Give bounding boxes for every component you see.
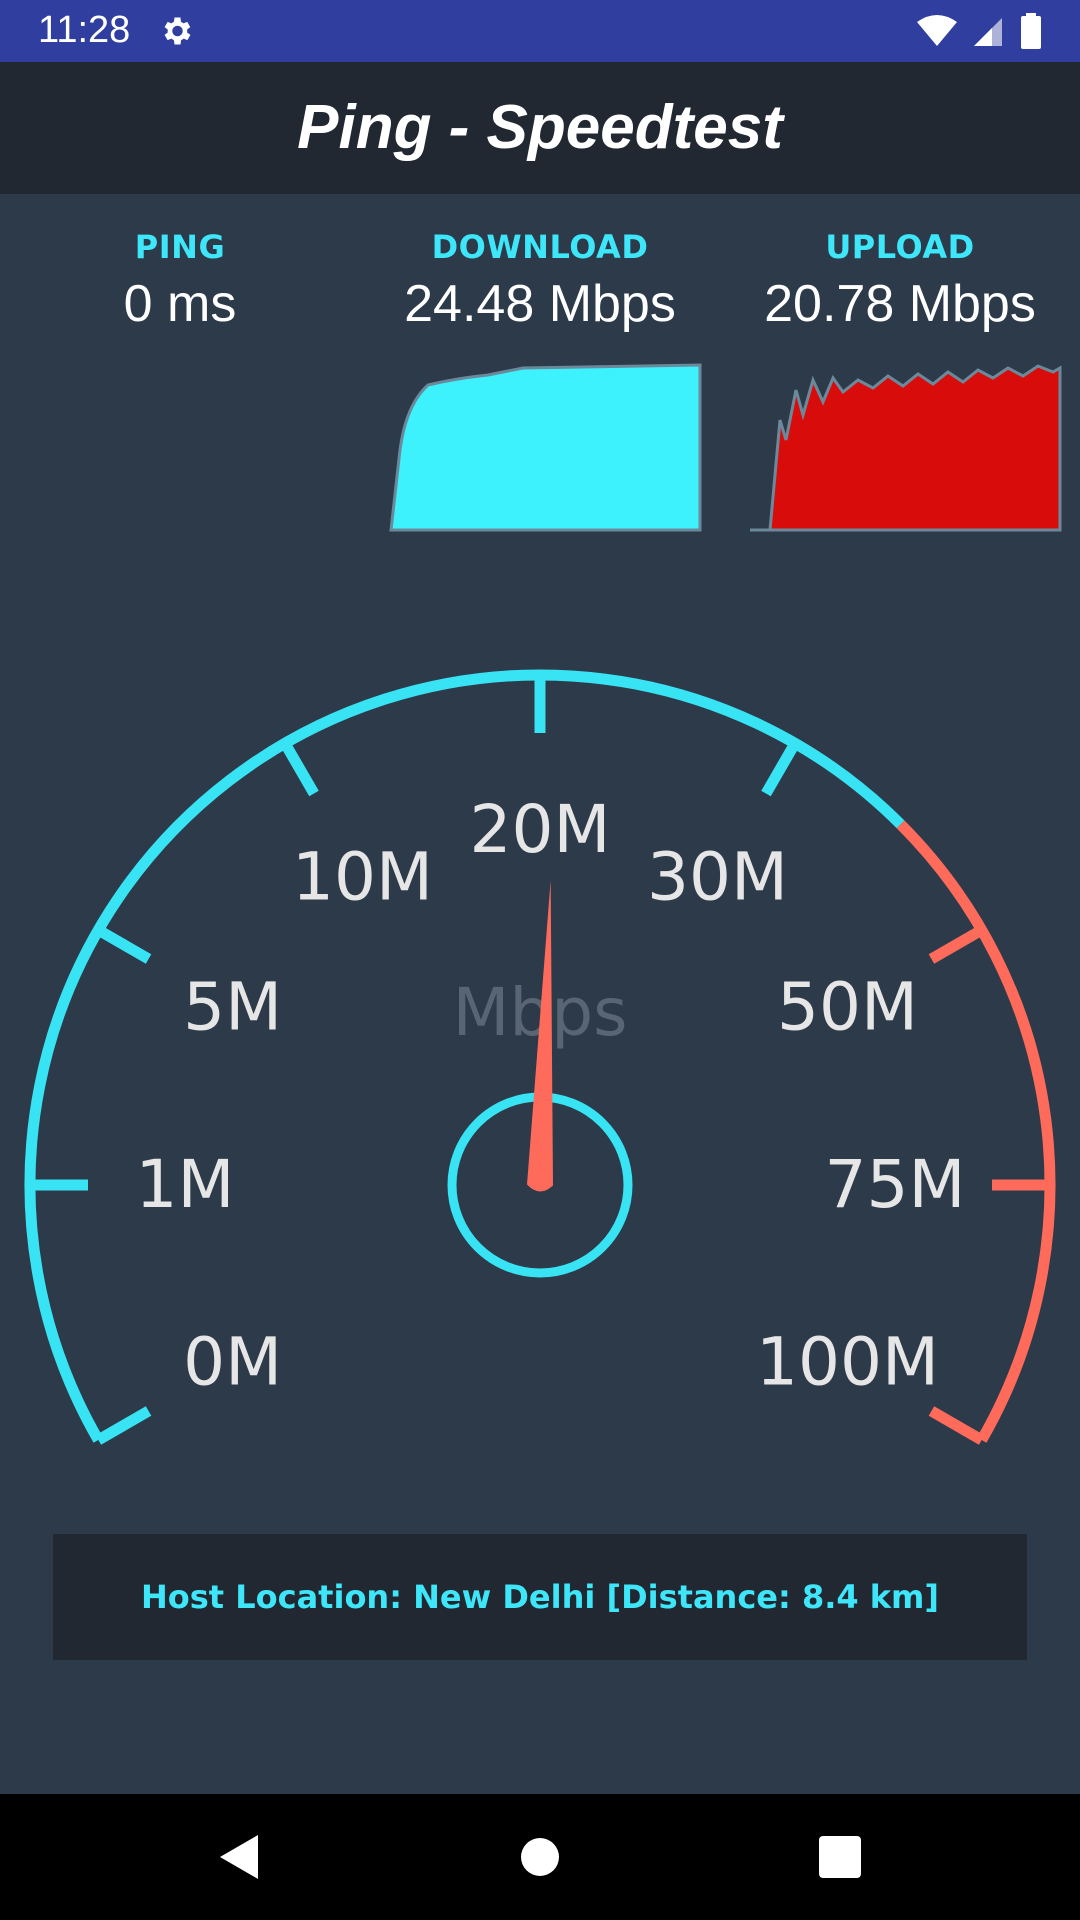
gauge-label: 30M: [647, 839, 788, 916]
download-metric: DOWNLOAD 24.48 Mbps: [380, 228, 700, 334]
gauge-label: 5M: [183, 969, 282, 1046]
cell-signal-icon: [972, 14, 1006, 52]
gauge-tick: [95, 1406, 152, 1445]
gauge-tick: [280, 740, 319, 797]
ping-label: PING: [134, 228, 226, 266]
upload-label: UPLOAD: [825, 228, 975, 266]
host-location-text: Host Location: New Delhi [Distance: 8.4 …: [140, 1578, 940, 1616]
download-speed-graph: [389, 363, 702, 532]
gauge-tick: [928, 925, 985, 964]
gauge-label: 1M: [136, 1146, 235, 1223]
upload-metric: UPLOAD 20.78 Mbps: [740, 228, 1060, 334]
ping-metric: PING 0 ms: [20, 228, 340, 334]
back-icon[interactable]: [200, 1817, 280, 1897]
gauge-label: 0M: [183, 1324, 282, 1401]
home-icon[interactable]: [500, 1817, 580, 1897]
status-bar: 11:28: [0, 0, 1080, 62]
download-graph-area: [389, 363, 702, 532]
download-label: DOWNLOAD: [431, 228, 649, 266]
gauge-label: 100M: [756, 1324, 939, 1401]
gauge-tick: [95, 925, 152, 964]
speed-gauge: 0M1M5M10M20M30M50M75M100M Mbps: [24, 669, 1056, 1445]
upload-speed-graph: [750, 364, 1062, 532]
gauge-label: 20M: [470, 791, 611, 868]
recents-icon[interactable]: [800, 1817, 880, 1897]
navigation-bar: [0, 1794, 1080, 1920]
battery-icon: [1020, 13, 1042, 53]
gauge-tick: [928, 1406, 985, 1445]
gauge-label: 75M: [825, 1146, 966, 1223]
host-location-bar: Host Location: New Delhi [Distance: 8.4 …: [53, 1534, 1027, 1660]
gauge-label: 10M: [292, 839, 433, 916]
upload-graph-area: [750, 364, 1062, 532]
status-time: 11:28: [38, 9, 131, 51]
download-value: 24.48 Mbps: [404, 275, 676, 333]
wifi-icon: [916, 14, 958, 52]
upload-value: 20.78 Mbps: [764, 275, 1036, 333]
ping-value: 0 ms: [123, 275, 237, 333]
gauge-tick: [761, 740, 800, 797]
app-toolbar: Ping - Speedtest: [0, 62, 1080, 194]
gauge-label: 50M: [777, 969, 918, 1046]
page-title: Ping - Speedtest: [297, 93, 783, 162]
settings-icon: [158, 13, 194, 53]
